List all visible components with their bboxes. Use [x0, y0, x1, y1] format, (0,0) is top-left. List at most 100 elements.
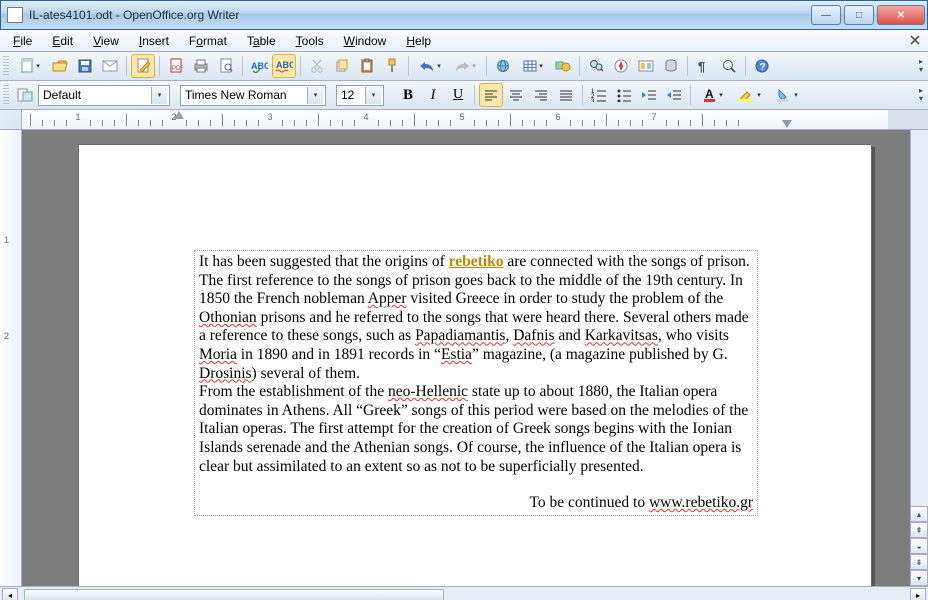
decrease-indent-button[interactable] — [637, 83, 661, 107]
document-canvas[interactable]: It has been suggested that the origins o… — [22, 130, 928, 586]
svg-text:PDF: PDF — [172, 66, 183, 72]
styles-formatting-button[interactable] — [13, 83, 37, 107]
standard-toolbar: ▾ PDF ABC ABC ▾ ▾ ▾ ¶ ? ▸▾ — [0, 52, 928, 81]
svg-text:3: 3 — [591, 99, 595, 102]
undo-button[interactable]: ▾ — [413, 54, 447, 78]
font-color-button[interactable]: A▾ — [695, 83, 731, 107]
body-text: ) several of them. — [252, 365, 360, 382]
minimize-button[interactable]: — — [811, 5, 841, 25]
menu-tools[interactable]: Tools — [287, 31, 333, 51]
scroll-right-icon[interactable]: ▸ — [910, 588, 926, 600]
body-text: Dafnis — [513, 327, 554, 344]
new-button[interactable]: ▾ — [13, 54, 47, 78]
dropdown-icon[interactable]: ▾ — [307, 87, 323, 104]
font-name-combo[interactable]: Times New Roman▾ — [180, 85, 326, 106]
data-sources-button[interactable] — [659, 54, 683, 78]
align-left-button[interactable] — [479, 83, 503, 107]
body-text: Apper — [368, 290, 407, 307]
menu-file[interactable]: File — [4, 31, 41, 51]
italic-button[interactable]: I — [421, 83, 445, 107]
body-text: Karkavitsas — [585, 327, 658, 344]
spellcheck-button[interactable]: ABC — [247, 54, 271, 78]
menu-format[interactable]: Format — [180, 31, 236, 51]
body-text: From the establishment of the — [199, 383, 388, 400]
document-close-icon[interactable] — [908, 33, 924, 47]
bullet-list-button[interactable] — [612, 83, 636, 107]
body-text: Papadiamantis — [415, 327, 505, 344]
redo-button[interactable]: ▾ — [448, 54, 482, 78]
menu-table[interactable]: Table — [238, 31, 285, 51]
show-draw-functions-button[interactable] — [551, 54, 575, 78]
horizontal-ruler[interactable]: 1234567 — [22, 110, 928, 129]
help-button[interactable]: ? — [750, 54, 774, 78]
close-button[interactable]: ✕ — [877, 5, 925, 25]
navigation-icon[interactable]: ◒ — [910, 538, 928, 554]
navigator-button[interactable] — [609, 54, 633, 78]
format-paintbrush-button[interactable] — [380, 54, 404, 78]
scrollbar-thumb[interactable] — [24, 589, 444, 600]
body-text: www.rebetiko.gr — [649, 494, 753, 511]
dropdown-icon[interactable]: ▾ — [365, 87, 381, 104]
ruler-bar: 1234567 — [0, 110, 928, 130]
svg-text:¶: ¶ — [698, 59, 705, 73]
increase-indent-button[interactable] — [662, 83, 686, 107]
body-text: neo-Hellenic — [388, 383, 468, 400]
paragraph-style-combo[interactable]: Default▾ — [38, 85, 170, 106]
align-right-button[interactable] — [529, 83, 553, 107]
bold-button[interactable]: B — [396, 83, 420, 107]
align-center-button[interactable] — [504, 83, 528, 107]
find-replace-button[interactable] — [584, 54, 608, 78]
body-text: Drosinis — [199, 365, 252, 382]
prev-page-icon[interactable]: ⇞ — [910, 522, 928, 538]
menu-edit[interactable]: Edit — [43, 31, 82, 51]
highlight-button[interactable]: ▾ — [732, 83, 768, 107]
email-button[interactable] — [98, 54, 122, 78]
maximize-button[interactable]: □ — [844, 5, 874, 25]
print-button[interactable] — [189, 54, 213, 78]
font-size-combo[interactable]: 12▾ — [336, 85, 384, 106]
menu-help[interactable]: Help — [397, 31, 440, 51]
link-rebetiko[interactable]: rebetiko — [449, 253, 504, 270]
body-text: visited Greece in order to study the pro… — [407, 290, 724, 307]
menu-insert[interactable]: Insert — [130, 31, 178, 51]
nonprinting-chars-button[interactable]: ¶ — [692, 54, 716, 78]
menu-view[interactable]: View — [84, 31, 128, 51]
dropdown-icon[interactable]: ▾ — [151, 87, 167, 104]
edit-file-button[interactable] — [131, 54, 155, 78]
horizontal-scrollbar[interactable]: ◂ ▸ — [0, 586, 928, 600]
justify-button[interactable] — [554, 83, 578, 107]
table-insert-button[interactable]: ▾ — [516, 54, 550, 78]
export-pdf-button[interactable]: PDF — [164, 54, 188, 78]
gallery-button[interactable] — [634, 54, 658, 78]
scroll-down-icon[interactable]: ▾ — [910, 570, 928, 586]
background-color-button[interactable]: ▾ — [769, 83, 805, 107]
toolbar-overflow-button[interactable]: ▸▾ — [915, 81, 927, 109]
workspace: 12 It has been suggested that the origin… — [0, 130, 928, 586]
text-frame[interactable]: It has been suggested that the origins o… — [194, 250, 758, 516]
body-text: It has been suggested that the origins o… — [199, 253, 449, 270]
formatting-toolbar: Default▾ Times New Roman▾ 12▾ B I U 123 … — [0, 81, 928, 110]
menu-bar: File Edit View Insert Format Table Tools… — [0, 30, 928, 52]
cut-button[interactable] — [305, 54, 329, 78]
hyperlink-button[interactable] — [491, 54, 515, 78]
toolbar-grip[interactable] — [3, 85, 9, 105]
underline-button[interactable]: U — [446, 83, 470, 107]
save-button[interactable] — [73, 54, 97, 78]
scroll-up-icon[interactable]: ▴ — [910, 506, 928, 522]
print-preview-button[interactable] — [214, 54, 238, 78]
vertical-ruler[interactable]: 12 — [0, 130, 22, 586]
next-page-icon[interactable]: ⇟ — [910, 554, 928, 570]
toolbar-grip[interactable] — [3, 56, 9, 76]
menu-window[interactable]: Window — [335, 31, 396, 51]
page: It has been suggested that the origins o… — [78, 144, 872, 586]
paste-button[interactable] — [355, 54, 379, 78]
open-button[interactable] — [48, 54, 72, 78]
zoom-button[interactable] — [717, 54, 741, 78]
auto-spellcheck-button[interactable]: ABC — [272, 54, 296, 78]
ruler-corner — [0, 110, 22, 129]
toolbar-overflow-button[interactable]: ▸▾ — [915, 52, 927, 80]
app-icon — [7, 7, 23, 23]
copy-button[interactable] — [330, 54, 354, 78]
numbered-list-button[interactable]: 123 — [587, 83, 611, 107]
scroll-left-icon[interactable]: ◂ — [2, 588, 18, 600]
